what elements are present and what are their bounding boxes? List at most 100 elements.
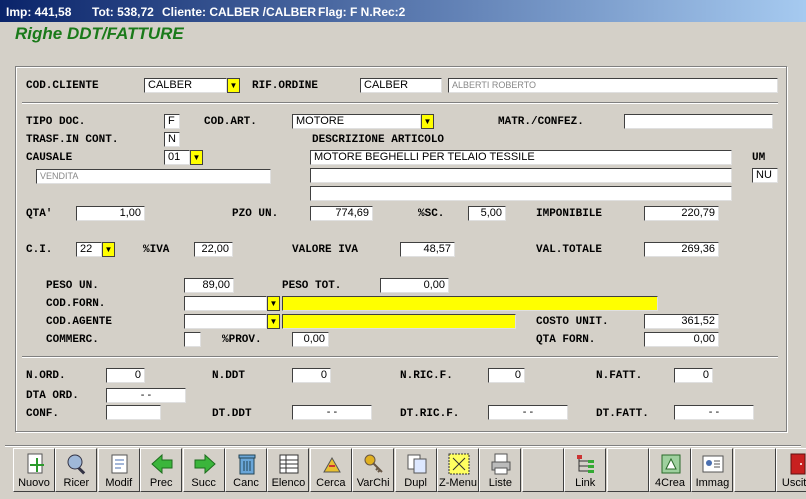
descrizione-line-2[interactable] [310,168,732,183]
dt-fatt-field[interactable]: - - [674,405,754,420]
toolbar-button-succ[interactable]: Succ [182,448,225,492]
toolbar-button-cerca[interactable]: Cerca [309,448,352,492]
title-bar: Imp: 441,58 Tot: 538,72 Cliente: CALBER … [0,0,806,22]
divider [22,356,778,358]
toolbar-button-label: 4Crea [655,477,685,489]
create-icon [661,454,681,474]
causale-description: VENDITA [36,169,271,184]
toolbar-button-label: Uscita [781,477,806,489]
cod-agente-dropdown[interactable]: ▼ [267,314,280,329]
label-tipo-doc: TIPO DOC. [26,116,86,128]
dta-ord-field[interactable]: - - [106,388,186,403]
page-title: Righe DDT/FATTURE [15,24,184,43]
label-peso-un: PESO UN. [46,280,99,292]
pzo-un-field[interactable]: 774,69 [310,206,373,221]
label-costo-unit: COSTO UNIT. [536,316,609,328]
cod-art-dropdown[interactable]: ▼ [421,114,434,129]
toolbar-button-label: Elenco [271,477,306,489]
label-n-ddt: N.DDT [212,370,246,382]
arrow-right-icon [194,453,216,475]
costo-unit-field[interactable]: 361,52 [644,314,719,329]
imponibile-field: 220,79 [644,206,719,221]
label-um: UM [752,152,766,164]
toolbar-button-label: Modif [105,477,133,489]
tipo-doc-field[interactable]: F [164,114,180,129]
toolbar-button-varchi[interactable]: VarChi [352,448,395,492]
label-val-totale: VAL.TOTALE [536,244,603,256]
keys-icon [364,454,383,473]
toolbar-button-empty-12[interactable] [521,448,564,492]
cod-agente-field[interactable] [184,314,267,329]
new-doc-icon [27,453,44,474]
client-info: Cliente: CALBER /CALBER [162,5,317,19]
descrizione-line-1[interactable]: MOTORE BEGHELLI PER TELAIO TESSILE [310,150,732,165]
toolbar-button-nuovo[interactable]: Nuovo [13,448,55,492]
cod-forn-field[interactable] [184,296,267,311]
printer-icon [491,453,511,475]
toolbar-button-modif[interactable]: Modif [97,448,140,492]
conf-field[interactable] [106,405,161,420]
dt-ric-f-field[interactable]: - - [488,405,568,420]
n-fatt-field[interactable]: 0 [674,368,713,383]
ci-dropdown[interactable]: ▼ [102,242,115,257]
peso-un-field[interactable]: 89,00 [184,278,234,293]
rif-ordine-name: ALBERTI ROBERTO [448,78,778,93]
toolbar-button-label: Immag [695,477,730,489]
toolbar-button-z-menu[interactable]: Z-Menu [437,448,479,492]
toolbar-button-empty-17[interactable] [733,448,776,492]
matr-confez-field[interactable] [624,114,773,129]
causale-field[interactable]: 01 [164,150,190,165]
label-descrizione-articolo: DESCRIZIONE ARTICOLO [312,134,445,146]
sc-field[interactable]: 5,00 [468,206,506,221]
list-icon [279,454,299,474]
label-qta: QTA' [26,208,53,220]
toolbar-button-empty-14[interactable] [606,448,649,492]
toolbar-button-label: Liste [488,477,513,489]
toolbar-button-prec[interactable]: Prec [140,448,183,492]
toolbar-button-dupl[interactable]: Dupl [394,448,437,492]
toolbar-button-uscita[interactable]: Uscita [776,448,806,492]
find-icon [322,456,341,473]
toolbar-button-canc[interactable]: Canc [225,448,267,492]
n-ord-field[interactable]: 0 [106,368,145,383]
cod-cliente-dropdown[interactable]: ▼ [227,78,240,93]
blank-icon [532,452,556,476]
label-prov: %PROV. [222,334,262,346]
label-n-ric-f: N.RIC.F. [400,370,453,382]
label-matr-confez: MATR./CONFEZ. [498,116,584,128]
label-dta-ord: DTA ORD. [26,390,79,402]
toolbar-button-4crea[interactable]: 4Crea [649,448,691,492]
label-commerc: COMMERC. [46,334,99,346]
toolbar-button-link[interactable]: Link [564,448,607,492]
toolbar-button-immag[interactable]: Immag [691,448,734,492]
toolbar-button-elenco[interactable]: Elenco [267,448,310,492]
prov-field[interactable]: 0,00 [292,332,329,347]
qta-field[interactable]: 1,00 [76,206,145,221]
toolbar-button-label: Cerca [316,477,346,489]
cod-cliente-field[interactable]: CALBER [144,78,227,93]
toolbar-button-liste[interactable]: Liste [479,448,522,492]
link-icon [577,455,595,473]
val-totale-field: 269,36 [644,242,719,257]
image-icon [702,455,724,473]
qta-forn-field[interactable]: 0,00 [644,332,719,347]
label-imponibile: IMPONIBILE [536,208,603,220]
edit-icon [111,454,128,474]
causale-dropdown[interactable]: ▼ [190,150,203,165]
dt-ddt-field[interactable]: - - [292,405,372,420]
rif-ordine-field[interactable]: CALBER [360,78,442,93]
descrizione-line-3[interactable] [310,186,732,201]
iva-field[interactable]: 22,00 [194,242,233,257]
trasf-in-cont-field[interactable]: N [164,132,180,147]
n-ric-f-field[interactable]: 0 [488,368,525,383]
label-cod-forn: COD.FORN. [46,298,106,310]
cod-art-field[interactable]: MOTORE [292,114,421,129]
divider [22,102,778,104]
ci-field[interactable]: 22 [76,242,102,257]
n-ddt-field[interactable]: 0 [292,368,331,383]
commerc-field[interactable] [184,332,201,347]
um-field[interactable]: NU [752,168,778,183]
cod-forn-description [282,296,658,311]
cod-forn-dropdown[interactable]: ▼ [267,296,280,311]
toolbar-button-ricer[interactable]: Ricer [55,448,98,492]
